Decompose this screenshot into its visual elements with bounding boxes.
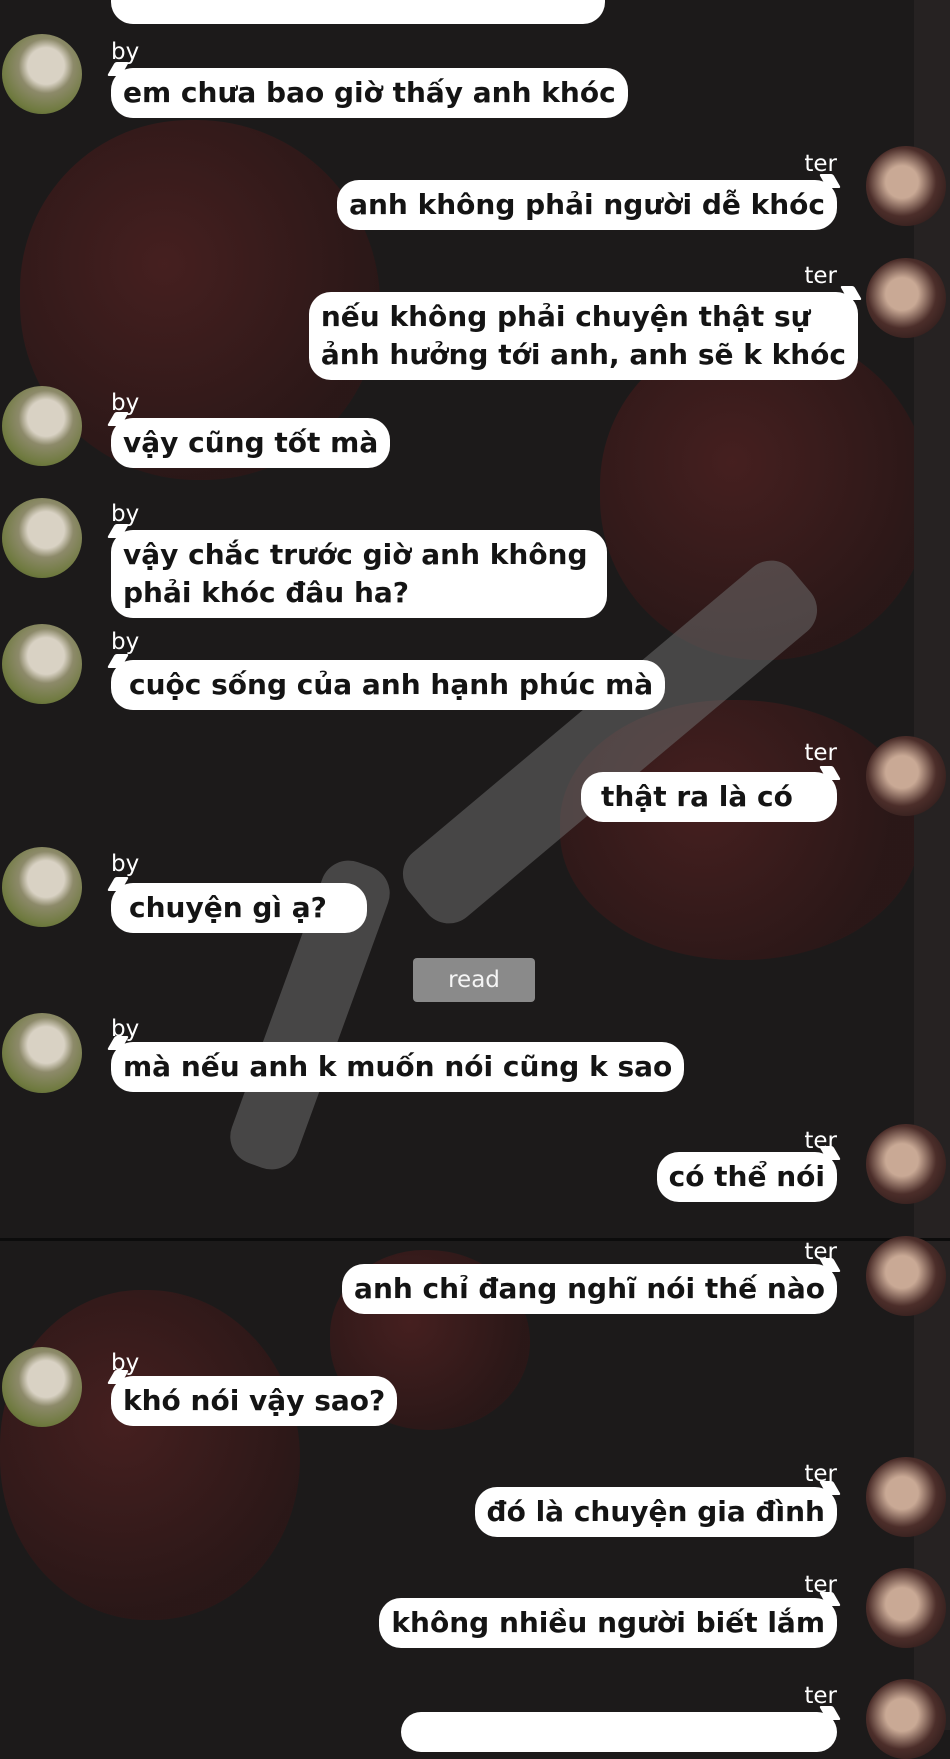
- sender-name: by: [111, 629, 140, 655]
- avatar-ter[interactable]: [866, 1568, 946, 1648]
- message-bubble[interactable]: chuyện gì ạ?: [111, 883, 367, 933]
- message-bubble[interactable]: vậy cũng tốt mà: [111, 418, 391, 468]
- read-receipt: read: [413, 958, 535, 1002]
- message-bubble[interactable]: anh chỉ đang nghĩ nói thế nào: [342, 1264, 837, 1314]
- message-bubble[interactable]: em chưa bao giờ thấy anh khóc: [111, 68, 628, 118]
- message-bubble[interactable]: thật ra là có: [581, 772, 837, 822]
- avatar-by[interactable]: [2, 1013, 82, 1093]
- avatar-by[interactable]: [2, 386, 82, 466]
- message-bubble[interactable]: khó nói vậy sao?: [111, 1376, 398, 1426]
- sender-name: ter: [804, 263, 837, 289]
- avatar-ter[interactable]: [866, 1679, 946, 1759]
- avatar-by[interactable]: [2, 498, 82, 578]
- avatar-by[interactable]: [2, 34, 82, 114]
- avatar-ter[interactable]: [866, 146, 946, 226]
- avatar-ter[interactable]: [866, 1236, 946, 1316]
- avatar-ter[interactable]: [866, 258, 946, 338]
- message-bubble[interactable]: đó là chuyện gia đình: [474, 1487, 837, 1537]
- message-bubble[interactable]: vậy chắc trước giờ anh không phải khóc đ…: [111, 530, 607, 618]
- message-bubble[interactable]: cuộc sống của anh hạnh phúc mà: [111, 660, 666, 710]
- avatar-ter[interactable]: [866, 1457, 946, 1537]
- message-bubble[interactable]: có thể nói: [656, 1152, 837, 1202]
- message-bubble-partial: [111, 0, 605, 24]
- message-bubble[interactable]: mà nếu anh k muốn nói cũng k sao: [111, 1042, 685, 1092]
- avatar-by[interactable]: [2, 847, 82, 927]
- message-bubble[interactable]: anh không phải người dễ khóc: [337, 180, 837, 230]
- avatar-ter[interactable]: [866, 736, 946, 816]
- avatar-by[interactable]: [2, 624, 82, 704]
- message-bubble[interactable]: không nhiều người biết lắm: [379, 1598, 837, 1648]
- sender-name: ter: [804, 740, 837, 766]
- sender-name: by: [111, 851, 140, 877]
- message-bubble[interactable]: nếu không phải chuyện thật sự ảnh hưởng …: [308, 292, 858, 380]
- avatar-ter[interactable]: [866, 1124, 946, 1204]
- background-strawberry: [0, 1290, 300, 1620]
- avatar-by[interactable]: [2, 1347, 82, 1427]
- message-bubble-partial[interactable]: [401, 1712, 837, 1752]
